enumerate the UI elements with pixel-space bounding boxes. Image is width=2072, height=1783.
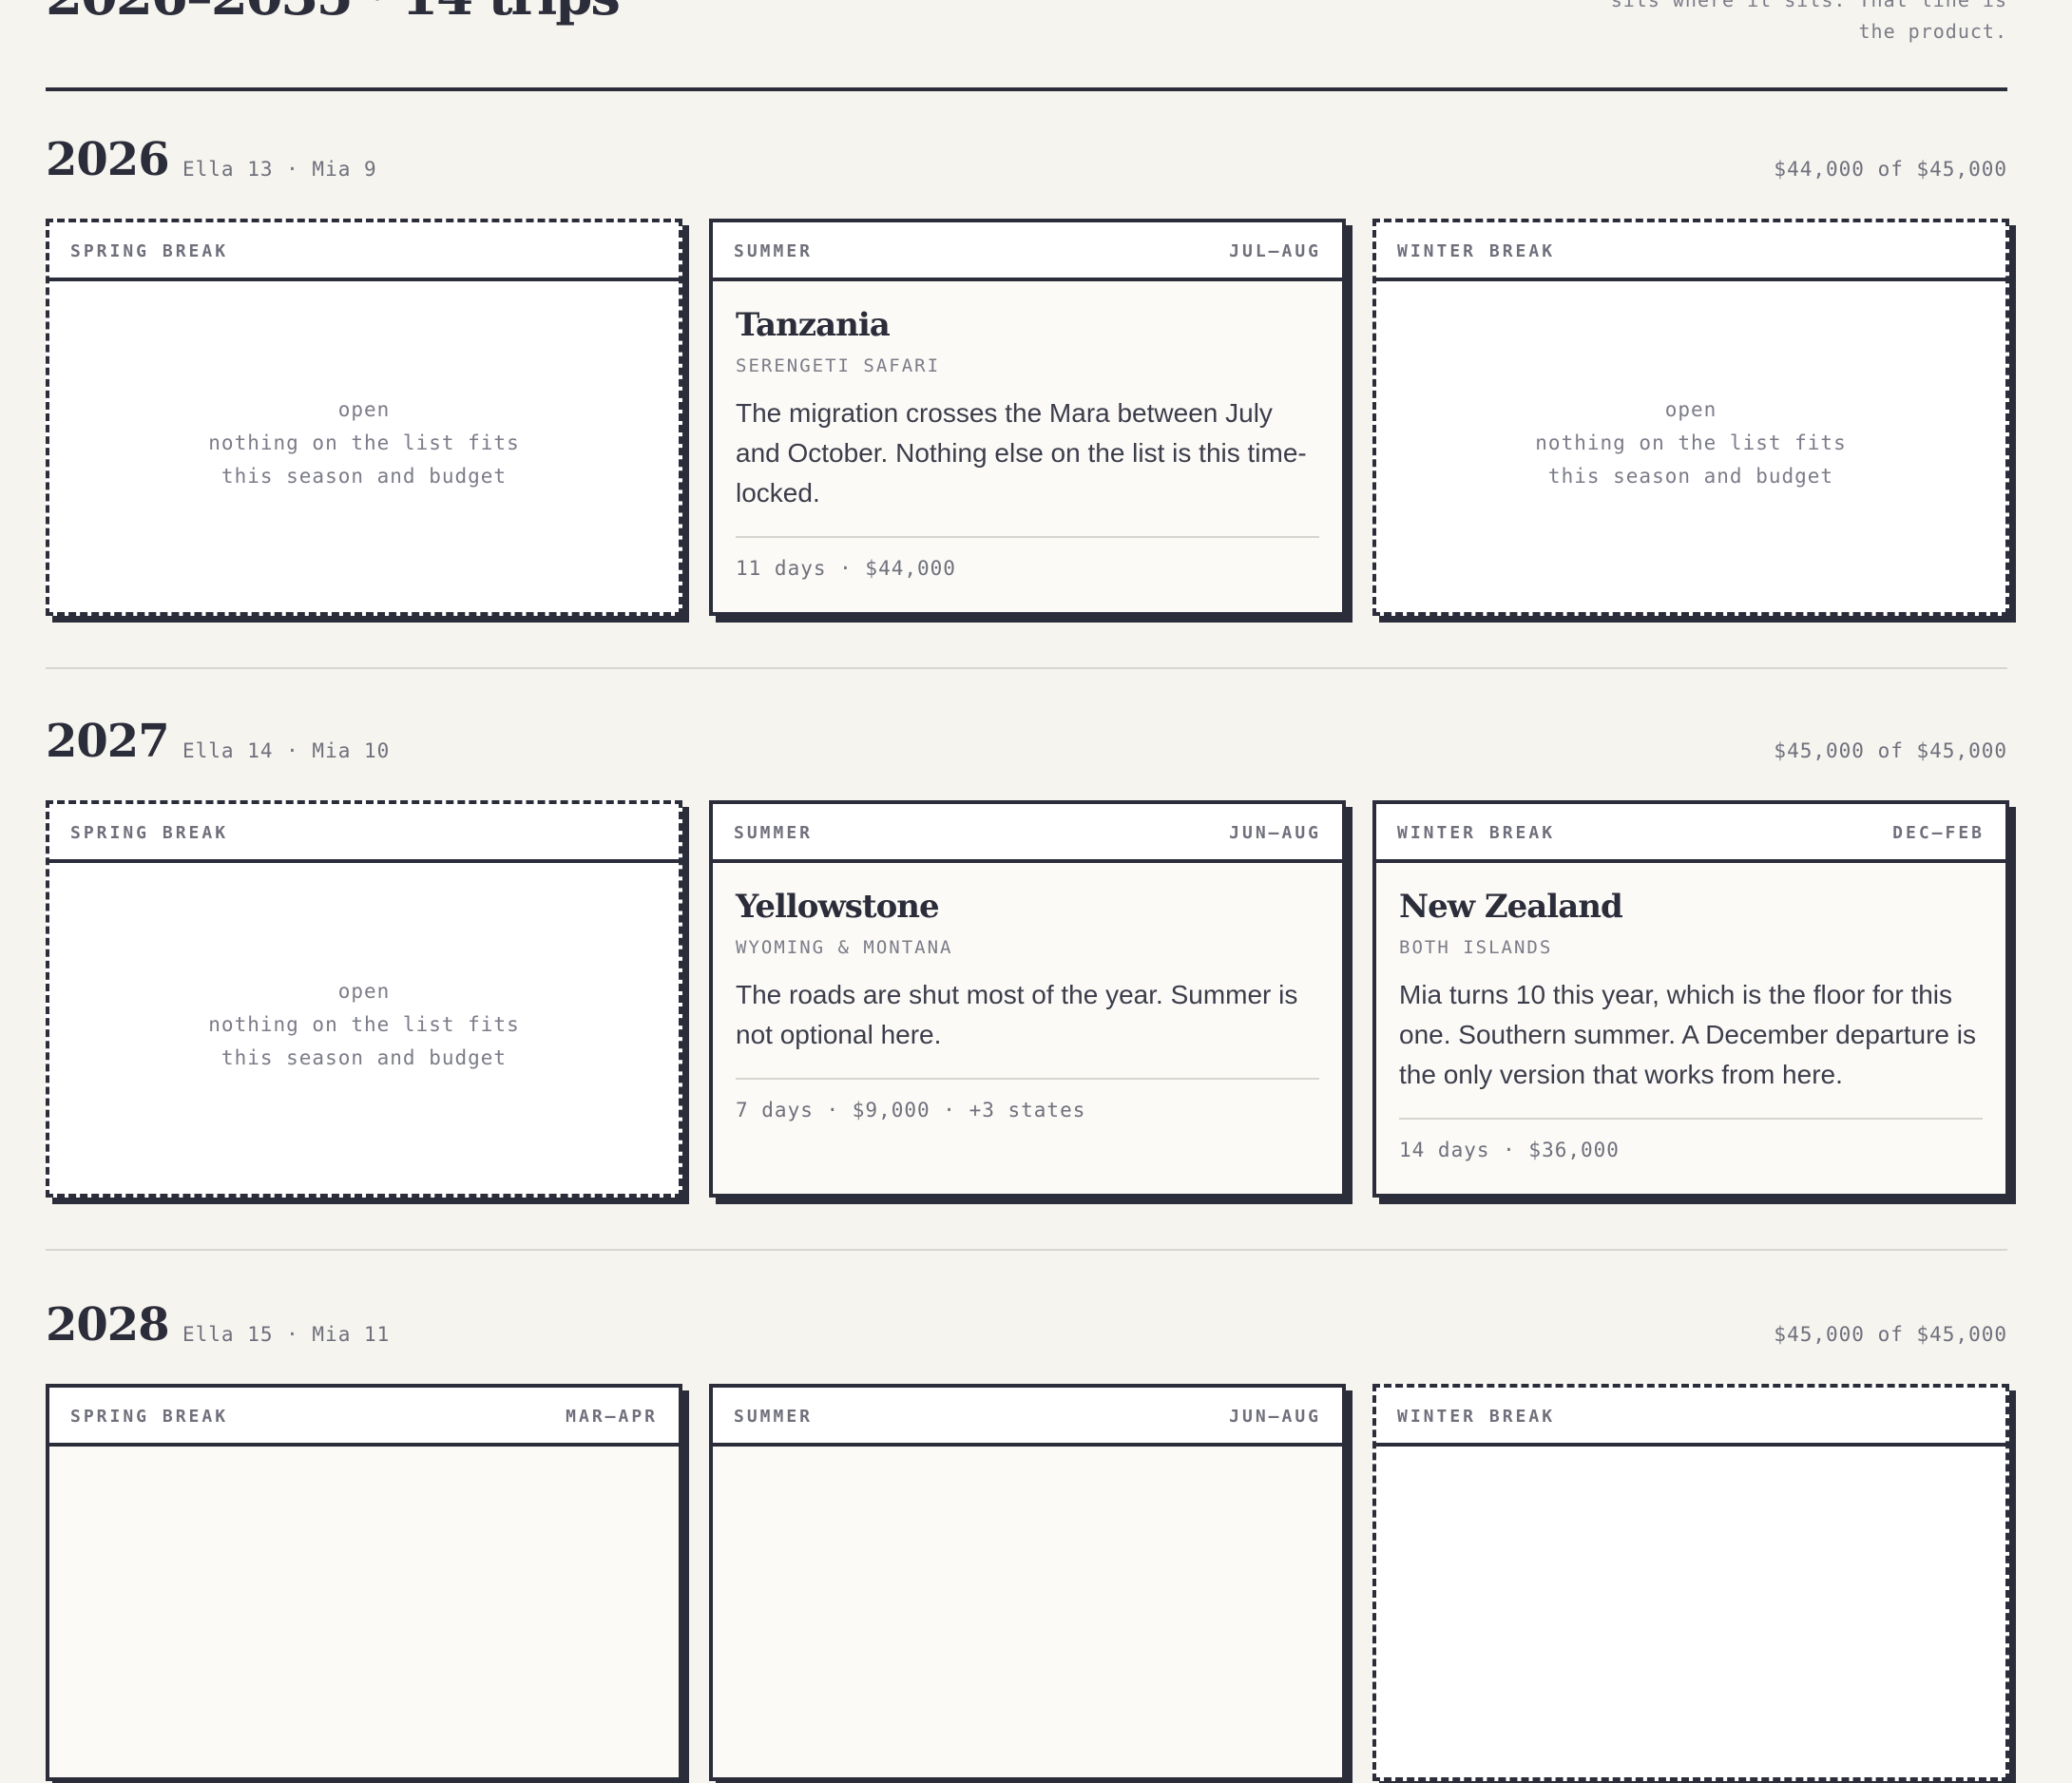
trip-meta: 14 days · $36,000 (1399, 1139, 1620, 1161)
open-line: this season and budget (221, 1046, 508, 1069)
season-label: SPRING BREAK (70, 823, 229, 843)
season-label: SUMMER (734, 823, 814, 843)
trip-card[interactable]: SUMMER JUN–AUG (709, 1384, 1346, 1781)
months-label: MAR–APR (566, 1407, 658, 1427)
year-budget: $45,000 of $45,000 (1774, 739, 2007, 762)
year-header: 2028 Ella 15 · Mia 11 $45,000 of $45,000 (46, 1289, 2007, 1384)
open-label: open (337, 980, 391, 1003)
trip-meta: 7 days · $9,000 · +3 states (736, 1099, 1086, 1122)
divider (736, 536, 1319, 538)
open-line: nothing on the list fits (208, 1013, 520, 1036)
trip-card[interactable]: SUMMER JUN–AUG Yellowstone WYOMING & MON… (709, 800, 1346, 1198)
card-header: WINTER BREAK (1376, 222, 2005, 281)
year-section-2027: 2027 Ella 14 · Mia 10 $45,000 of $45,000… (46, 705, 2009, 1251)
season-card-open[interactable]: SPRING BREAK open nothing on the list fi… (46, 219, 682, 616)
year-section-2028: 2028 Ella 15 · Mia 11 $45,000 of $45,000… (46, 1289, 2009, 1781)
season-label: SPRING BREAK (70, 241, 229, 261)
year-budget: $45,000 of $45,000 (1774, 1323, 2007, 1346)
section-divider (46, 667, 2007, 669)
trip-body: New Zealand BOTH ISLANDS Mia turns 10 th… (1376, 863, 2005, 1161)
trip-body: Yellowstone WYOMING & MONTANA The roads … (713, 863, 1342, 1122)
year-number: 2028 (46, 1298, 170, 1352)
card-header: WINTER BREAK DEC–FEB (1376, 804, 2005, 863)
year-ages: Ella 13 · Mia 9 (182, 158, 377, 181)
page-header: 2026–2035 · 14 trips sits where it sits.… (46, 0, 2007, 91)
card-header: SPRING BREAK (49, 222, 679, 281)
open-line: this season and budget (1547, 465, 1834, 488)
year-section-2026: 2026 Ella 13 · Mia 9 $44,000 of $45,000 … (46, 124, 2009, 669)
card-header: SPRING BREAK MAR–APR (49, 1388, 679, 1447)
season-card-open[interactable]: WINTER BREAK (1372, 1384, 2009, 1781)
open-line: nothing on the list fits (208, 431, 520, 454)
season-label: WINTER BREAK (1397, 241, 1556, 261)
card-header: SUMMER JUN–AUG (713, 1388, 1342, 1447)
open-slot-message: open nothing on the list fits this seaso… (1376, 393, 2005, 493)
open-line: nothing on the list fits (1535, 431, 1847, 454)
trip-title: Tanzania (736, 306, 891, 344)
season-cards: SPRING BREAK open nothing on the list fi… (46, 219, 2009, 618)
card-header: SUMMER JUL–AUG (713, 222, 1342, 281)
year-budget: $44,000 of $45,000 (1774, 158, 2007, 181)
months-label: JUN–AUG (1229, 823, 1321, 843)
trip-card[interactable]: SPRING BREAK MAR–APR (46, 1384, 682, 1781)
divider (736, 1078, 1319, 1080)
trip-card[interactable]: SUMMER JUL–AUG Tanzania SERENGETI SAFARI… (709, 219, 1346, 616)
year-header: 2027 Ella 14 · Mia 10 $45,000 of $45,000 (46, 705, 2007, 800)
trip-title: New Zealand (1399, 888, 1623, 926)
year-ages: Ella 15 · Mia 11 (182, 1323, 391, 1346)
year-number: 2026 (46, 133, 170, 186)
header-note: sits where it sits. That line is the pro… (1475, 0, 2007, 48)
card-header: SUMMER JUN–AUG (713, 804, 1342, 863)
section-divider (46, 1249, 2007, 1251)
season-cards: SPRING BREAK MAR–APR SUMMER JUN–AUG WINT… (46, 1384, 2009, 1783)
open-line: this season and budget (221, 465, 508, 488)
trip-subtitle: SERENGETI SAFARI (736, 355, 941, 376)
trip-meta: 11 days · $44,000 (736, 557, 956, 580)
months-label: DEC–FEB (1892, 823, 1985, 843)
trip-subtitle: BOTH ISLANDS (1399, 937, 1553, 958)
year-ages: Ella 14 · Mia 10 (182, 739, 391, 762)
season-label: SUMMER (734, 1407, 814, 1427)
season-cards: SPRING BREAK open nothing on the list fi… (46, 800, 2009, 1199)
months-label: JUL–AUG (1229, 241, 1321, 261)
months-label: JUN–AUG (1229, 1407, 1321, 1427)
trip-description: The roads are shut most of the year. Sum… (736, 980, 1298, 1049)
page-title: 2026–2035 · 14 trips (46, 0, 621, 23)
card-header: WINTER BREAK (1376, 1388, 2005, 1447)
season-card-open[interactable]: SPRING BREAK open nothing on the list fi… (46, 800, 682, 1198)
trip-body: Tanzania SERENGETI SAFARI The migration … (713, 281, 1342, 580)
trip-card[interactable]: WINTER BREAK DEC–FEB New Zealand BOTH IS… (1372, 800, 2009, 1198)
open-slot-message: open nothing on the list fits this seaso… (49, 975, 679, 1075)
trip-plan-page: 2026–2035 · 14 trips sits where it sits.… (46, 0, 2009, 1781)
year-number: 2027 (46, 715, 170, 768)
season-label: WINTER BREAK (1397, 1407, 1556, 1427)
trip-title: Yellowstone (736, 888, 940, 926)
card-header: SPRING BREAK (49, 804, 679, 863)
season-label: SPRING BREAK (70, 1407, 229, 1427)
trip-subtitle: WYOMING & MONTANA (736, 937, 953, 958)
open-label: open (337, 398, 391, 421)
header-note-line: the product. (1858, 20, 2007, 43)
divider (1399, 1118, 1983, 1120)
header-note-line: sits where it sits. That line is (1610, 0, 2007, 11)
season-label: WINTER BREAK (1397, 823, 1556, 843)
open-label: open (1664, 398, 1717, 421)
year-header: 2026 Ella 13 · Mia 9 $44,000 of $45,000 (46, 124, 2007, 219)
season-label: SUMMER (734, 241, 814, 261)
trip-description: Mia turns 10 this year, which is the flo… (1399, 980, 1976, 1089)
season-card-open[interactable]: WINTER BREAK open nothing on the list fi… (1372, 219, 2009, 616)
trip-description: The migration crosses the Mara between J… (736, 398, 1307, 508)
open-slot-message: open nothing on the list fits this seaso… (49, 393, 679, 493)
